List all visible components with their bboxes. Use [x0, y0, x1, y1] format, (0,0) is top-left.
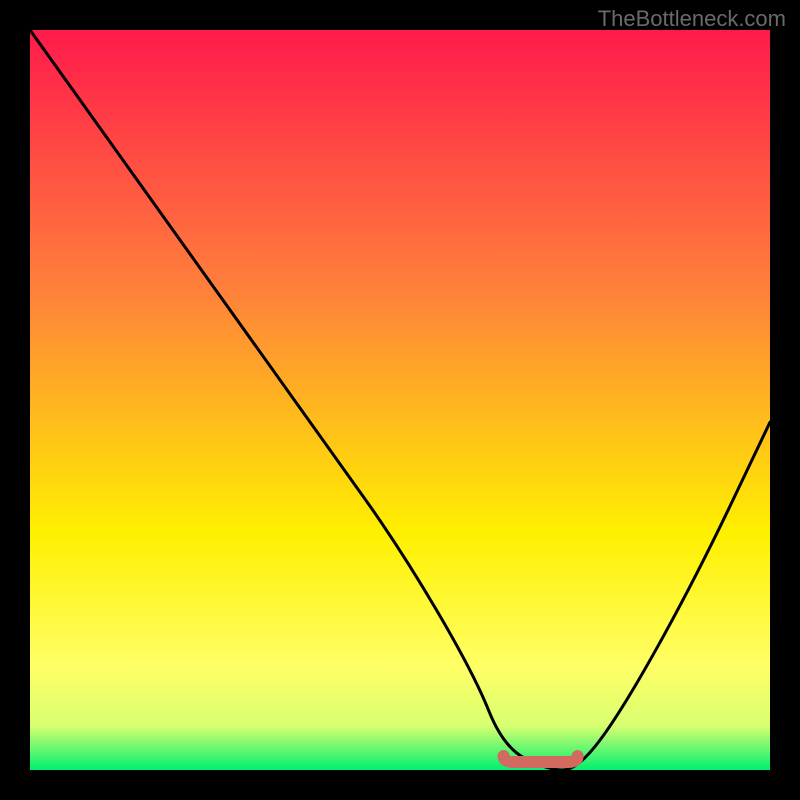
plot-area	[30, 30, 770, 770]
attribution-label: TheBottleneck.com	[598, 6, 786, 32]
chart-stage: TheBottleneck.com	[0, 0, 800, 800]
chart-svg	[30, 30, 770, 770]
gradient-background	[30, 30, 770, 770]
optimal-range-marker	[504, 756, 578, 762]
